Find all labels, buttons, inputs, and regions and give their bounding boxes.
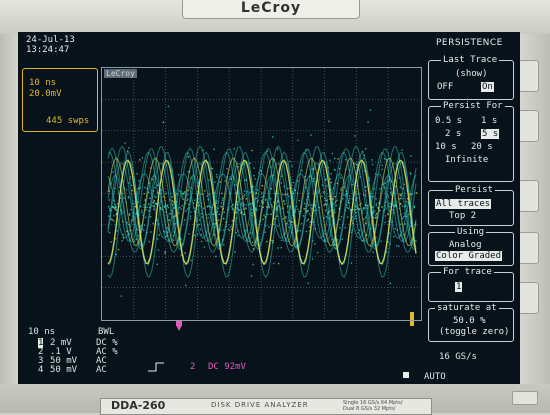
channel-scale: 50 mV bbox=[50, 365, 78, 375]
left-bezel bbox=[0, 34, 20, 384]
persist-for-option[interactable]: 2 s bbox=[445, 129, 461, 139]
bwl-label: BWL bbox=[98, 327, 115, 337]
oscilloscope-screen: 24-Jul-13 13:24:47 10 ns 20.0mV 445 swps… bbox=[18, 32, 520, 384]
model-name: DDA-260 bbox=[111, 399, 166, 412]
saturate-value: 50.0 % bbox=[453, 316, 486, 326]
for-trace-value[interactable]: 1 bbox=[455, 282, 463, 292]
persist-for-menu[interactable]: Persist For 0.5 s 1 s 2 s 5 s 10 s 20 s Infini… bbox=[428, 101, 514, 182]
persist-for-option[interactable]: 0.5 s bbox=[435, 116, 462, 126]
trace-time-div: 10 ns bbox=[28, 327, 56, 337]
persist-for-option[interactable]: 1 s bbox=[481, 116, 497, 126]
persist-header: Persist bbox=[453, 185, 495, 195]
model-plate: DDA-260 DISK DRIVE ANALYZER Single 16 GS… bbox=[100, 398, 432, 415]
graticule-frame bbox=[101, 67, 422, 321]
acquire-indicator bbox=[403, 372, 409, 378]
for-trace-header: For trace bbox=[441, 267, 494, 277]
last-trace-header: Last Trace bbox=[441, 55, 500, 65]
last-trace-sub: (show) bbox=[455, 69, 488, 79]
trigger-coupling: DC 92mV bbox=[208, 362, 246, 372]
last-trace-off[interactable]: OFF bbox=[437, 82, 453, 92]
trigger-position-marker-stem bbox=[176, 321, 182, 326]
persist-for-option[interactable]: 5 s bbox=[481, 129, 500, 139]
channel-number[interactable]: 4 bbox=[38, 365, 43, 375]
grid-logo: LeCroy bbox=[104, 69, 137, 78]
using-menu[interactable]: Using Analog Color Graded bbox=[428, 227, 514, 266]
persist-for-header: Persist For bbox=[441, 101, 505, 111]
menu-title: PERSISTENCE bbox=[436, 38, 503, 48]
using-analog[interactable]: Analog bbox=[449, 240, 482, 250]
spec-line-2: Dual 8 GS/s 32 Mpts/ bbox=[343, 406, 396, 412]
persist-top-2[interactable]: Top 2 bbox=[449, 211, 476, 221]
saturate-hint: (toggle zero) bbox=[439, 327, 510, 337]
persistence-menu: PERSISTENCE Last Trace (show) OFF On Per… bbox=[426, 32, 520, 384]
model-spec: Single 16 GS/s 64 Mpts/Dual 8 GS/s 32 Mp… bbox=[343, 400, 403, 412]
trigger-channel: 2 bbox=[190, 362, 196, 372]
for-trace-menu[interactable]: For trace 1 bbox=[428, 267, 514, 302]
trigger-slope-icon bbox=[148, 362, 164, 372]
markers bbox=[148, 312, 414, 378]
using-color-graded[interactable]: Color Graded bbox=[435, 251, 503, 261]
last-trace-on[interactable]: On bbox=[481, 82, 494, 92]
using-header: Using bbox=[455, 227, 487, 237]
persist-for-option[interactable]: 10 s bbox=[435, 142, 457, 152]
channel-coupling: AC bbox=[96, 365, 107, 375]
persist-for-option[interactable]: Infinite bbox=[445, 155, 488, 165]
brand-logo: LeCroy bbox=[240, 0, 302, 16]
persist-for-option[interactable]: 20 s bbox=[471, 142, 493, 152]
saturate-menu[interactable]: saturate at 50.0 % (toggle zero) bbox=[428, 303, 514, 342]
saturate-label: saturate at bbox=[435, 303, 499, 313]
persist-menu[interactable]: Persist All traces Top 2 bbox=[428, 185, 514, 226]
persist-all-traces[interactable]: All traces bbox=[435, 199, 492, 209]
model-subtitle: DISK DRIVE ANALYZER bbox=[211, 401, 309, 409]
power-button[interactable] bbox=[512, 391, 538, 405]
last-trace-menu[interactable]: Last Trace (show) OFF On bbox=[428, 55, 514, 100]
brand-plate: LeCroy bbox=[182, 0, 360, 19]
